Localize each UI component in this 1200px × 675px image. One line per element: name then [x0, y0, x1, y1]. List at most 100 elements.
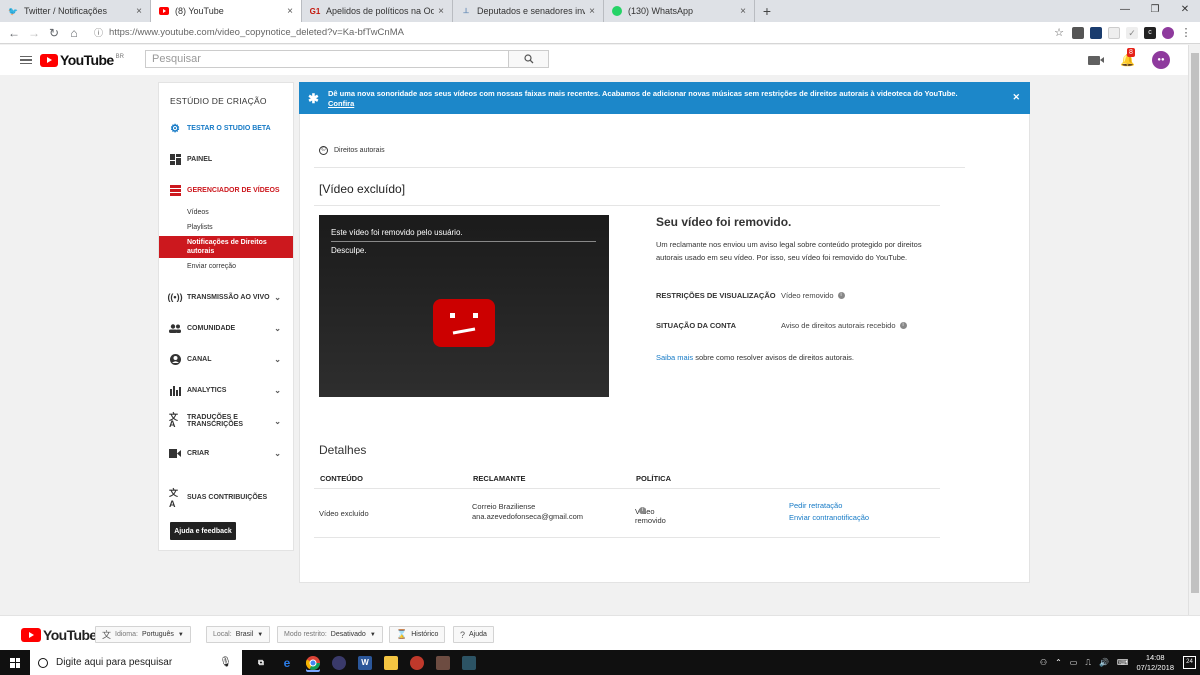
back-icon[interactable]: ←	[4, 26, 24, 40]
sidebar-sub-send-correction[interactable]: Enviar correção	[159, 263, 293, 270]
chevron-down-icon[interactable]: ⌄	[274, 355, 281, 364]
close-tab-icon[interactable]: ×	[438, 6, 444, 17]
browser-tab[interactable]: 🐦 Twitter / Notificações ×	[0, 0, 151, 22]
sidebar-item-live[interactable]: ((•)) TRANSMISSÃO AO VIVO ⌄	[167, 289, 289, 305]
learn-more-link[interactable]: Saiba mais	[656, 353, 693, 362]
forward-icon[interactable]: →	[24, 26, 44, 40]
sidebar-item-channel[interactable]: CANAL ⌄	[169, 351, 289, 367]
word-icon[interactable]: W	[358, 655, 372, 670]
home-icon[interactable]: ⌂	[64, 26, 84, 40]
chevron-down-icon[interactable]: ⌄	[274, 293, 281, 302]
close-window-icon[interactable]: ✕	[1170, 0, 1200, 20]
help-feedback-button[interactable]: Ajuda e feedback	[170, 522, 236, 540]
scrollbar-thumb[interactable]	[1191, 53, 1199, 593]
help-button[interactable]: ? Ajuda	[453, 626, 494, 643]
close-tab-icon[interactable]: ×	[287, 6, 293, 17]
app-icon[interactable]	[436, 655, 450, 670]
profile-avatar-icon[interactable]	[1162, 26, 1174, 39]
sidebar-item-label: SUAS CONTRIBUIÇÕES	[187, 493, 268, 501]
language-value: Português	[141, 631, 174, 638]
menu-icon[interactable]: ⋮	[1180, 27, 1192, 39]
youtube-logo[interactable]: YouTube BR	[40, 52, 124, 68]
sidebar-item-contributions[interactable]: 文A SUAS CONTRIBUIÇÕES	[169, 488, 289, 509]
sidebar-sub-videos[interactable]: Vídeos	[159, 209, 293, 216]
details-title: Detalhes	[319, 443, 367, 457]
close-tab-icon[interactable]: ×	[740, 6, 746, 17]
sidebar-item-label: CANAL	[187, 355, 212, 363]
chevron-down-icon[interactable]: ⌄	[274, 417, 281, 425]
people-icon[interactable]: ⚇	[1040, 658, 1047, 667]
footer-logo[interactable]: YouTube	[21, 627, 97, 643]
clock[interactable]: 14:08 07/12/2018	[1136, 653, 1174, 673]
sidebar-item-create[interactable]: CRIAR ⌄	[169, 445, 289, 461]
chevron-down-icon[interactable]: ⌄	[274, 324, 281, 333]
sidebar-item-dashboard[interactable]: PAINEL	[169, 151, 289, 167]
extension-icon[interactable]	[1072, 26, 1084, 39]
info-icon[interactable]: i	[899, 322, 907, 329]
request-retraction-link[interactable]: Pedir retratação	[789, 501, 842, 510]
info-icon[interactable]: i	[837, 292, 845, 299]
location-button[interactable]: Local: Brasil ▼	[206, 626, 271, 643]
task-view-icon[interactable]: ⧉	[254, 656, 268, 670]
sidebar-sub-copyright-notices[interactable]: Notificações de Direitos autorais	[159, 236, 293, 258]
extension-icon[interactable]: ✓	[1126, 26, 1138, 39]
hourglass-icon: ⌛	[396, 629, 408, 639]
app-icon[interactable]	[410, 655, 424, 670]
taskbar-search[interactable]: Digite aqui para pesquisar 🎙	[30, 650, 242, 675]
reload-icon[interactable]: ↻	[44, 26, 64, 40]
sidebar-item-community[interactable]: COMUNIDADE ⌄	[169, 320, 289, 336]
bookmark-star-icon[interactable]: ☆	[1054, 26, 1064, 39]
url-field[interactable]: ⓘ https://www.youtube.com/video_copynoti…	[90, 24, 1068, 42]
firefox-icon[interactable]	[332, 655, 346, 670]
video-player[interactable]: Este vídeo foi removido pelo usuário. De…	[319, 215, 609, 397]
tab-label: Deputados e senadores investigados	[477, 6, 585, 16]
battery-icon[interactable]: ▭	[1070, 658, 1078, 667]
extension-icon[interactable]: c	[1144, 26, 1156, 39]
start-button[interactable]	[0, 657, 30, 668]
input-language-icon[interactable]: ⌨	[1117, 658, 1129, 667]
show-hidden-icons[interactable]: ⌃	[1055, 658, 1062, 667]
restricted-mode-button[interactable]: Modo restrito: Desativado ▼	[277, 626, 383, 643]
sidebar-sub-playlists[interactable]: Playlists	[159, 224, 293, 231]
avatar[interactable]: ●●	[1152, 51, 1170, 69]
chevron-down-icon[interactable]: ⌄	[274, 386, 281, 395]
history-button[interactable]: ⌛ Histórico	[389, 626, 446, 643]
banner-link[interactable]: Confira	[328, 99, 958, 109]
counter-notification-link[interactable]: Enviar contranotificação	[789, 513, 869, 522]
extension-icon[interactable]	[1090, 26, 1102, 39]
info-icon[interactable]: ⓘ	[94, 26, 103, 39]
upload-video-icon[interactable]	[1088, 55, 1104, 65]
maximize-icon[interactable]: ❐	[1140, 0, 1170, 20]
chrome-icon[interactable]	[306, 655, 320, 670]
history-label: Histórico	[411, 631, 439, 638]
edge-icon[interactable]: e	[280, 656, 294, 670]
page-scrollbar[interactable]	[1188, 45, 1200, 615]
browser-tab-active[interactable]: (8) YouTube ×	[151, 0, 302, 22]
browser-tab[interactable]: ⟂ Deputados e senadores investigados ×	[453, 0, 604, 22]
action-center-icon[interactable]: 24	[1183, 656, 1196, 669]
info-icon[interactable]: i	[639, 507, 646, 514]
browser-tab[interactable]: (130) WhatsApp ×	[604, 0, 755, 22]
notifications-bell-icon[interactable]: 🔔 8	[1120, 48, 1135, 66]
hamburger-menu-icon[interactable]	[20, 55, 32, 65]
minimize-icon[interactable]: —	[1110, 0, 1140, 20]
close-tab-icon[interactable]: ×	[589, 6, 595, 17]
microphone-icon[interactable]: 🎙	[219, 657, 232, 668]
search-button[interactable]	[509, 50, 549, 68]
volume-icon[interactable]: 🔊	[1099, 658, 1109, 667]
app-icon[interactable]	[462, 655, 476, 670]
chevron-down-icon[interactable]: ⌄	[274, 449, 281, 458]
close-icon[interactable]: ✕	[1012, 92, 1020, 103]
close-tab-icon[interactable]: ×	[136, 6, 142, 17]
search-input[interactable]: Pesquisar	[145, 50, 509, 68]
browser-tab[interactable]: G1 Apelidos de políticos na Odebrecht ×	[302, 0, 453, 22]
sidebar-item-analytics[interactable]: ANALYTICS ⌄	[169, 382, 289, 398]
extension-icon[interactable]	[1108, 26, 1120, 39]
network-icon[interactable]: ⎍	[1085, 658, 1091, 668]
sidebar-item-video-manager[interactable]: GERENCIADOR DE VÍDEOS	[169, 182, 289, 198]
language-button[interactable]: 文 Idioma: Português ▼	[95, 626, 191, 643]
sidebar-item-translations[interactable]: 文A TRADUÇÕES E TRANSCRIÇÕES ⌄	[169, 413, 289, 429]
new-tab-button[interactable]: +	[755, 0, 779, 22]
file-explorer-icon[interactable]	[384, 655, 398, 670]
sidebar-item-studio-beta[interactable]: ⚙ TESTAR O STUDIO BETA	[169, 120, 289, 136]
